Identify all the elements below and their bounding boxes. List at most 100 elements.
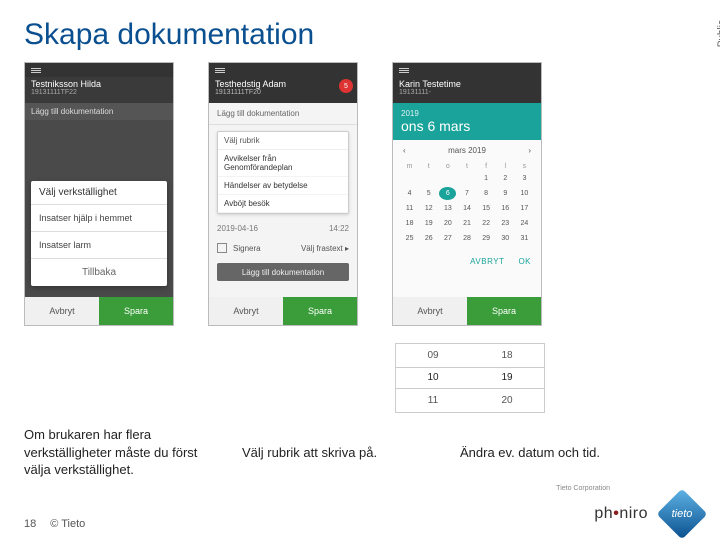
- classification-label: Public: [716, 20, 720, 47]
- calendar-dow: t: [420, 163, 437, 170]
- s1-option-1[interactable]: Insatser hjälp i hemmet: [31, 204, 167, 231]
- calendar-day[interactable]: 11: [401, 202, 418, 215]
- time-min-selected[interactable]: 19: [470, 367, 544, 390]
- calendar-day[interactable]: 23: [497, 217, 514, 230]
- s2-add-doc-button[interactable]: Lägg till dokumentation: [217, 263, 349, 281]
- s2-time-to[interactable]: 14:22: [329, 224, 349, 233]
- calendar-day[interactable]: 17: [516, 202, 533, 215]
- s1-topbar: [25, 63, 173, 77]
- page-number: 18: [24, 518, 36, 530]
- s1-option-2[interactable]: Insatser larm: [31, 231, 167, 258]
- s3-user-id: 19131111-: [399, 89, 535, 96]
- calendar-cancel-button[interactable]: AVBRYT: [470, 257, 504, 266]
- captions-row: Om brukaren har flera verkställigheter m…: [24, 426, 644, 479]
- s2-time-from[interactable]: 2019-04-16: [217, 224, 258, 233]
- s1-save-button[interactable]: Spara: [99, 297, 173, 325]
- calendar-day[interactable]: 9: [497, 187, 514, 200]
- time-hour-next[interactable]: 11: [396, 389, 470, 412]
- calendar-day[interactable]: 21: [458, 217, 475, 230]
- s2-cancel-button[interactable]: Avbryt: [209, 297, 283, 325]
- calendar-day: [420, 172, 437, 185]
- calendar-day[interactable]: 2: [497, 172, 514, 185]
- copyright: © Tieto: [50, 518, 85, 530]
- calendar-day: [439, 172, 456, 185]
- calendar-day[interactable]: 16: [497, 202, 514, 215]
- calendar-day[interactable]: 28: [458, 232, 475, 245]
- s2-user-name: Testhedstig Adam: [215, 79, 351, 89]
- s3-save-button[interactable]: Spara: [467, 297, 541, 325]
- s2-drop-item-2[interactable]: Händelser av betydelse: [218, 177, 348, 195]
- caption-1: Om brukaren har flera verkställigheter m…: [24, 426, 208, 479]
- checkbox-icon[interactable]: [217, 243, 227, 253]
- calendar-day[interactable]: 31: [516, 232, 533, 245]
- calendar-grid[interactable]: mtotfls123456789101112131415161718192021…: [393, 161, 541, 251]
- notification-badge[interactable]: 5: [339, 79, 353, 93]
- tieto-logo: tieto: [664, 496, 700, 532]
- calendar-day[interactable]: 14: [458, 202, 475, 215]
- calendar-day[interactable]: 27: [439, 232, 456, 245]
- time-hour-selected[interactable]: 10: [396, 367, 470, 390]
- s3-footer: Avbryt Spara: [393, 297, 541, 325]
- calendar-day[interactable]: 19: [420, 217, 437, 230]
- calendar-day[interactable]: 30: [497, 232, 514, 245]
- page-footer: 18 © Tieto: [24, 518, 85, 530]
- s2-drop-item-3[interactable]: Avböjt besök: [218, 195, 348, 213]
- calendar-day[interactable]: 6: [439, 187, 456, 200]
- calendar-day[interactable]: 29: [478, 232, 495, 245]
- calendar-day[interactable]: 1: [478, 172, 495, 185]
- s3-user-name: Karin Testetime: [399, 79, 535, 89]
- chevron-right-icon[interactable]: ›: [528, 146, 531, 155]
- calendar-header: 2019 ons 6 mars: [393, 103, 541, 140]
- caption-3: Ändra ev. datum och tid.: [460, 426, 644, 479]
- calendar-day[interactable]: 24: [516, 217, 533, 230]
- s2-time-row: 2019-04-16 14:22: [209, 220, 357, 237]
- time-hour-prev[interactable]: 09: [396, 344, 470, 367]
- calendar-day[interactable]: 4: [401, 187, 418, 200]
- calendar-day[interactable]: 5: [420, 187, 437, 200]
- s3-topbar: [393, 63, 541, 77]
- s1-footer: Avbryt Spara: [25, 297, 173, 325]
- hamburger-icon[interactable]: [215, 68, 225, 73]
- calendar-day[interactable]: 12: [420, 202, 437, 215]
- calendar-day[interactable]: 25: [401, 232, 418, 245]
- screenshot-3: Karin Testetime 19131111- 2019 ons 6 mar…: [392, 62, 542, 326]
- s1-header: Testniksson Hilda 19131111TF22: [25, 77, 173, 103]
- s2-drop-item-1[interactable]: Avvikelser från Genomförandeplan: [218, 150, 348, 177]
- calendar-day[interactable]: 13: [439, 202, 456, 215]
- s2-save-button[interactable]: Spara: [283, 297, 357, 325]
- hamburger-icon[interactable]: [31, 68, 41, 73]
- calendar-day[interactable]: 20: [439, 217, 456, 230]
- s1-cancel-button[interactable]: Avbryt: [25, 297, 99, 325]
- calendar-day[interactable]: 10: [516, 187, 533, 200]
- calendar-day[interactable]: 7: [458, 187, 475, 200]
- time-picker[interactable]: 09 18 10 19 11 20: [395, 343, 545, 413]
- calendar-day[interactable]: 22: [478, 217, 495, 230]
- s1-modal: Välj verkställighet Insatser hjälp i hem…: [31, 181, 167, 286]
- calendar-day[interactable]: 3: [516, 172, 533, 185]
- s2-rubrik-dropdown[interactable]: Välj rubrik Avvikelser från Genomförande…: [217, 131, 349, 214]
- s2-drop-header: Välj rubrik: [218, 132, 348, 150]
- caption-2: Välj rubrik att skriva på.: [242, 426, 426, 479]
- calendar-day[interactable]: 18: [401, 217, 418, 230]
- hamburger-icon[interactable]: [399, 68, 409, 73]
- s2-user-id: 19131111TF20: [215, 89, 351, 96]
- calendar-day: [401, 172, 418, 185]
- calendar-dow: f: [478, 163, 495, 170]
- chevron-left-icon[interactable]: ‹: [403, 146, 406, 155]
- time-min-next[interactable]: 20: [470, 389, 544, 412]
- calendar-ok-button[interactable]: OK: [518, 257, 531, 266]
- calendar-date-label: ons 6 mars: [401, 118, 533, 134]
- calendar-day[interactable]: 8: [478, 187, 495, 200]
- calendar-day[interactable]: 26: [420, 232, 437, 245]
- s2-frastext-link[interactable]: Välj frastext ▸: [301, 244, 349, 253]
- calendar-actions: AVBRYT OK: [393, 251, 541, 272]
- s1-user-id: 19131111TF22: [31, 89, 167, 96]
- s1-back-button[interactable]: Tillbaka: [31, 258, 167, 286]
- s2-footer: Avbryt Spara: [209, 297, 357, 325]
- time-min-prev[interactable]: 18: [470, 344, 544, 367]
- calendar-day[interactable]: 15: [478, 202, 495, 215]
- calendar-year: 2019: [401, 109, 533, 118]
- s2-topbar: [209, 63, 357, 77]
- calendar-dow: l: [497, 163, 514, 170]
- s3-cancel-button[interactable]: Avbryt: [393, 297, 467, 325]
